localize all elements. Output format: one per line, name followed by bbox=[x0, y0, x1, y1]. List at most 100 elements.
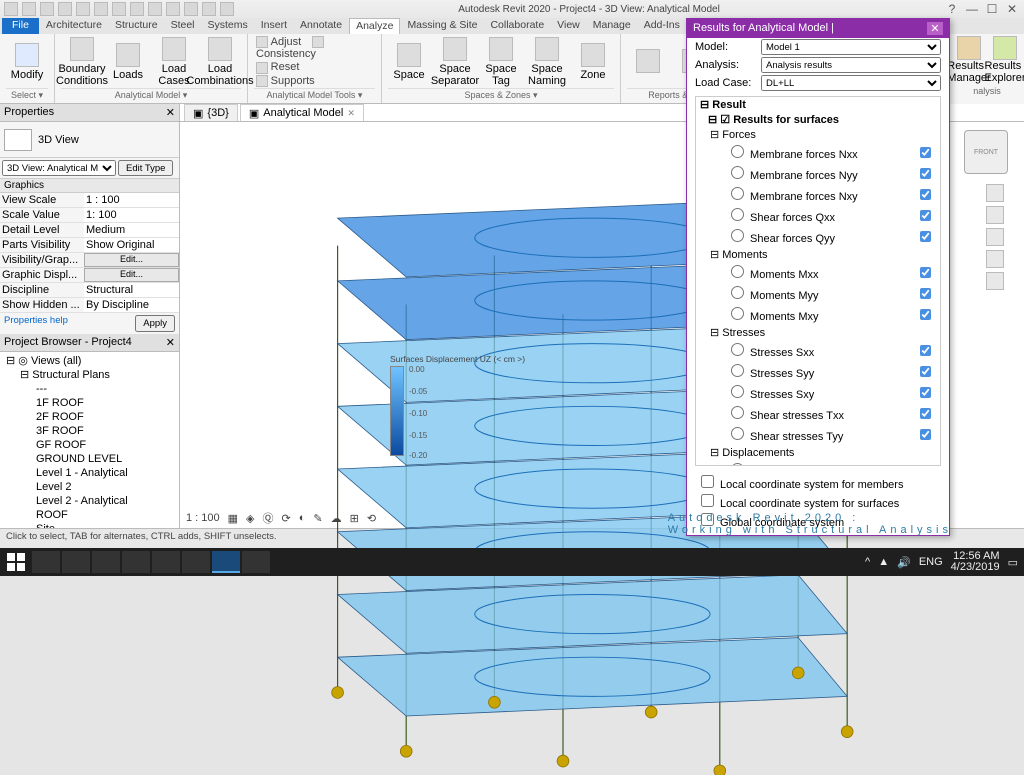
result-item[interactable]: Stresses Syy bbox=[696, 361, 940, 382]
taskbar-item[interactable] bbox=[182, 551, 210, 573]
result-item[interactable]: Moments Myy bbox=[696, 283, 940, 304]
result-item[interactable]: Displacement UX bbox=[696, 460, 940, 466]
type-selector[interactable]: 3D View bbox=[0, 122, 179, 158]
result-item[interactable]: Shear stresses Txx bbox=[696, 403, 940, 424]
clock[interactable]: 12:56 AM4/23/2019 bbox=[951, 551, 1000, 573]
results-explorer-button[interactable]: Results Explorer bbox=[988, 36, 1022, 84]
result-item[interactable]: Membrane forces Nxx bbox=[696, 142, 940, 163]
menu-tab-structure[interactable]: Structure bbox=[109, 18, 164, 34]
menu-tab-massingsite[interactable]: Massing & Site bbox=[401, 18, 483, 34]
tree-item[interactable]: ROOF bbox=[2, 508, 177, 522]
taskbar-item[interactable] bbox=[242, 551, 270, 573]
result-item[interactable]: Moments Mxy bbox=[696, 304, 940, 325]
result-item[interactable]: Stresses Sxy bbox=[696, 382, 940, 403]
property-row[interactable]: View Scale1 : 100 bbox=[0, 193, 179, 208]
view-select[interactable]: 3D View: Analytical M bbox=[2, 160, 116, 176]
results-manager-button[interactable]: Results Manager bbox=[952, 36, 986, 84]
qat-icon[interactable] bbox=[58, 2, 72, 16]
taskbar-item[interactable] bbox=[62, 551, 90, 573]
tree-item[interactable]: Level 2 bbox=[2, 480, 177, 494]
taskbar-item[interactable] bbox=[122, 551, 150, 573]
close-icon[interactable]: ✕ bbox=[347, 108, 355, 119]
project-browser-tree[interactable]: ⊟ ◎ Views (all) ⊟ Structural Plans ---1F… bbox=[0, 352, 179, 528]
menu-tab-insert[interactable]: Insert bbox=[255, 18, 293, 34]
network-icon[interactable]: ▲ bbox=[878, 556, 889, 568]
model-select[interactable]: Model 1 bbox=[761, 39, 941, 55]
tree-item[interactable]: 1F ROOF bbox=[2, 396, 177, 410]
result-item[interactable]: Membrane forces Nyy bbox=[696, 163, 940, 184]
tree-item[interactable]: Site bbox=[2, 522, 177, 528]
qat-icon[interactable] bbox=[202, 2, 216, 16]
property-row[interactable]: Show Hidden ...By Discipline bbox=[0, 298, 179, 313]
chevron-up-icon[interactable]: ^ bbox=[865, 556, 870, 568]
loadcase-select[interactable]: DL+LL bbox=[761, 75, 941, 91]
tree-item[interactable]: GROUND LEVEL bbox=[2, 452, 177, 466]
result-item[interactable]: Shear forces Qxx bbox=[696, 205, 940, 226]
close-icon[interactable]: ✕ bbox=[1004, 2, 1020, 16]
qat-icon[interactable] bbox=[22, 2, 36, 16]
result-item[interactable]: Moments Mxx bbox=[696, 262, 940, 283]
system-tray[interactable]: ^ ▲ 🔊 ENG 12:56 AM4/23/2019 ▭ bbox=[865, 551, 1018, 573]
ribbon-button[interactable]: BoundaryConditions bbox=[61, 37, 103, 87]
result-group[interactable]: ⊟ Forces bbox=[696, 127, 940, 142]
menu-tab-systems[interactable]: Systems bbox=[202, 18, 254, 34]
result-group[interactable]: ⊟ Stresses bbox=[696, 325, 940, 340]
supports-button[interactable]: Supports bbox=[254, 75, 317, 87]
tree-item[interactable]: GF ROOF bbox=[2, 438, 177, 452]
tree-item[interactable]: 3F ROOF bbox=[2, 424, 177, 438]
ribbon-button[interactable]: SpaceTag bbox=[480, 37, 522, 87]
qat-icon[interactable] bbox=[148, 2, 162, 16]
tree-item[interactable]: Level 1 - Analytical bbox=[2, 466, 177, 480]
taskbar-item[interactable] bbox=[32, 551, 60, 573]
menu-tab-annotate[interactable]: Annotate bbox=[294, 18, 348, 34]
reset-button[interactable]: Reset bbox=[254, 61, 301, 73]
navigation-bar[interactable] bbox=[986, 184, 1004, 290]
qat-icon[interactable] bbox=[184, 2, 198, 16]
apply-button[interactable]: Apply bbox=[135, 315, 175, 332]
property-row[interactable]: DisciplineStructural bbox=[0, 283, 179, 298]
taskbar-item[interactable] bbox=[92, 551, 120, 573]
ribbon-button[interactable]: Zone bbox=[572, 43, 614, 81]
view-tab-3d[interactable]: ▣{3D} bbox=[184, 104, 238, 121]
qat-icon[interactable] bbox=[40, 2, 54, 16]
tree-item[interactable]: Level 2 - Analytical bbox=[2, 494, 177, 508]
property-row[interactable]: Detail LevelMedium bbox=[0, 223, 179, 238]
menu-tab-steel[interactable]: Steel bbox=[165, 18, 201, 34]
qat-icon[interactable] bbox=[4, 2, 18, 16]
ribbon-button[interactable]: Space bbox=[388, 43, 430, 81]
ribbon-button[interactable]: Loads bbox=[107, 43, 149, 81]
properties-help-link[interactable]: Properties help bbox=[4, 315, 68, 332]
menu-tab-addins[interactable]: Add-Ins bbox=[638, 18, 686, 34]
qat-icon[interactable] bbox=[76, 2, 90, 16]
close-icon[interactable]: ✕ bbox=[166, 336, 175, 349]
tree-item[interactable]: --- bbox=[2, 382, 177, 396]
close-icon[interactable]: ✕ bbox=[927, 22, 943, 35]
maximize-icon[interactable]: ☐ bbox=[984, 2, 1000, 16]
coord-system-checkbox[interactable]: Local coordinate system for surfaces bbox=[697, 491, 939, 510]
qat-icon[interactable] bbox=[94, 2, 108, 16]
menu-tab-view[interactable]: View bbox=[551, 18, 586, 34]
dialog-titlebar[interactable]: Results for Analytical Model |✕ bbox=[687, 19, 949, 38]
coord-system-checkbox[interactable]: Local coordinate system for members bbox=[697, 472, 939, 491]
result-item[interactable]: Stresses Sxx bbox=[696, 340, 940, 361]
language-indicator[interactable]: ENG bbox=[919, 556, 943, 568]
view-control-bar[interactable]: 1 : 100▦◈Ⓠ⟳◐✎☁⊞⟲ bbox=[186, 510, 376, 526]
ribbon-button[interactable]: SpaceSeparator bbox=[434, 37, 476, 87]
menu-tab-analyze[interactable]: Analyze bbox=[349, 18, 400, 34]
menu-tab-manage[interactable]: Manage bbox=[587, 18, 637, 34]
ribbon-button[interactable]: SpaceNaming bbox=[526, 37, 568, 87]
viewcube[interactable]: FRONT bbox=[964, 130, 1008, 174]
qat-icon[interactable] bbox=[112, 2, 126, 16]
result-group[interactable]: ⊟ Moments bbox=[696, 247, 940, 262]
tree-item[interactable]: 2F ROOF bbox=[2, 410, 177, 424]
view-tab-analytical[interactable]: ▣Analytical Model✕ bbox=[240, 104, 364, 121]
file-tab[interactable]: File bbox=[2, 18, 39, 34]
close-icon[interactable]: ✕ bbox=[166, 106, 175, 119]
adjust-button[interactable]: Adjust Consistency bbox=[254, 36, 375, 60]
results-tree[interactable]: ⊟ Result ⊟ ☑ Results for surfaces ⊟ Forc… bbox=[695, 96, 941, 466]
menu-tab-architecture[interactable]: Architecture bbox=[40, 18, 108, 34]
result-item[interactable]: Shear forces Qyy bbox=[696, 226, 940, 247]
help-icon[interactable]: ? bbox=[944, 2, 960, 16]
modify-button[interactable]: Modify bbox=[6, 43, 48, 81]
edit-type-button[interactable]: Edit Type bbox=[118, 160, 173, 176]
